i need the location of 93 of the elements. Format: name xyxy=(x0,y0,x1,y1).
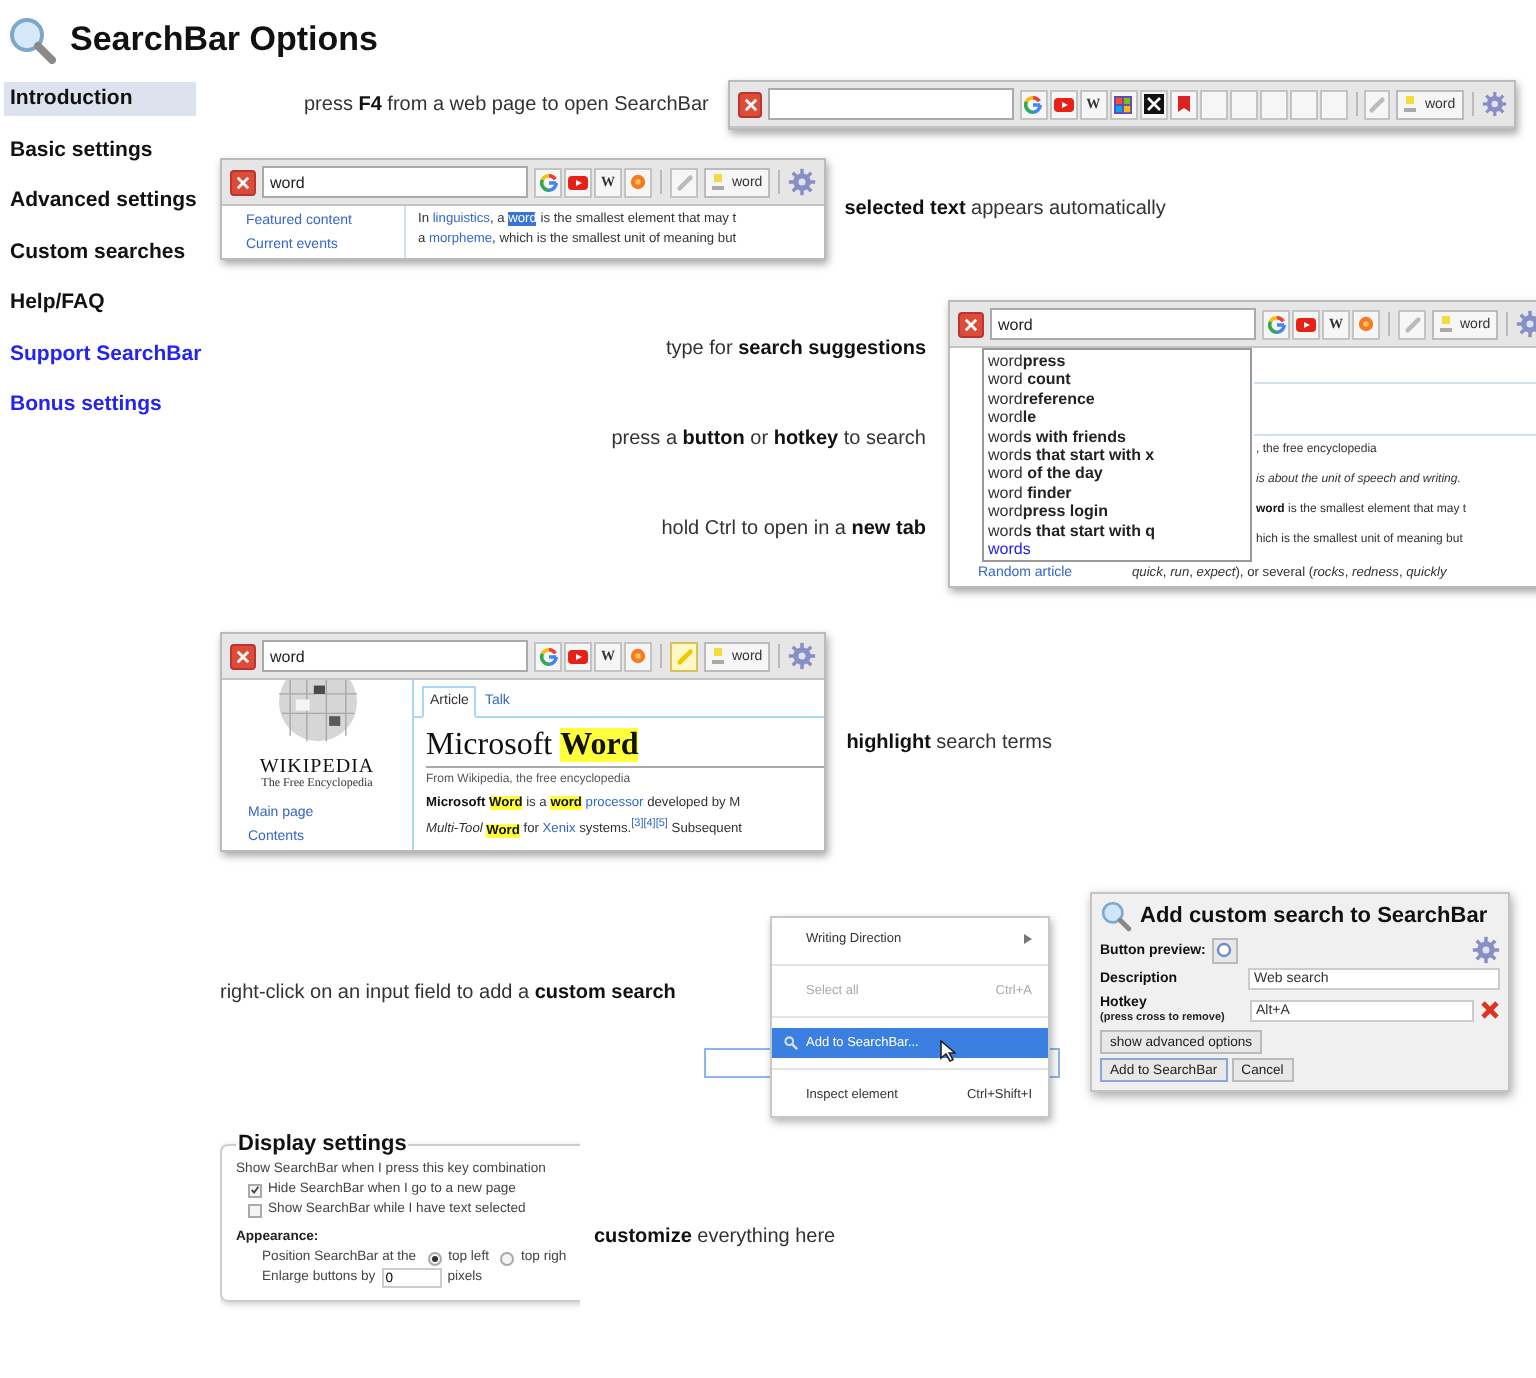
empty-slot-button[interactable] xyxy=(1289,89,1318,119)
checkbox[interactable] xyxy=(248,1203,262,1218)
caption-text: selected text appears automatically xyxy=(844,198,1166,220)
suggestion-item[interactable]: wordle xyxy=(988,408,1246,428)
suggestion-item[interactable]: wordreference xyxy=(988,389,1246,409)
pencil-icon xyxy=(1403,315,1421,333)
colored-ring-icon xyxy=(539,173,557,191)
suggestion-item[interactable]: words that start with x xyxy=(988,446,1246,465)
close-icon xyxy=(236,175,250,189)
preview-button[interactable] xyxy=(1211,937,1238,964)
nav-item[interactable]: Advanced settings xyxy=(4,184,197,218)
pencil-icon xyxy=(675,647,693,666)
search-icon xyxy=(1100,900,1132,933)
pencil-icon xyxy=(1368,95,1387,113)
search-icon xyxy=(784,1036,798,1051)
colored-ring-icon xyxy=(539,647,557,666)
close-icon xyxy=(743,97,758,111)
empty-slot-button[interactable] xyxy=(1229,89,1258,119)
search-field[interactable] xyxy=(768,88,1014,120)
nav-item[interactable]: Introduction xyxy=(4,82,196,116)
clear-icon[interactable] xyxy=(1480,1000,1500,1021)
settings-icon[interactable] xyxy=(788,168,817,196)
play-icon xyxy=(568,649,588,664)
settings-icon[interactable] xyxy=(1481,90,1507,118)
close-button[interactable] xyxy=(230,643,256,670)
submenu-arrow-icon xyxy=(1024,934,1032,945)
marker-icon xyxy=(712,174,728,190)
circle-icon xyxy=(1216,942,1233,959)
colored-ring-icon xyxy=(1024,95,1043,113)
empty-slot-button[interactable] xyxy=(1259,89,1288,119)
suggestion-item[interactable]: word of the day xyxy=(988,464,1246,484)
nav-item[interactable]: Custom searches xyxy=(4,235,196,269)
mouse-pointer-icon xyxy=(940,1040,956,1063)
play-icon xyxy=(1296,317,1316,331)
globe-drawing xyxy=(275,680,359,745)
search-engine-button[interactable] xyxy=(1139,89,1168,119)
suggestion-item[interactable]: words xyxy=(988,540,1246,559)
settings-icon[interactable] xyxy=(788,642,817,671)
marker-icon xyxy=(1440,316,1456,332)
grid-icon xyxy=(1114,95,1133,113)
cross-icon xyxy=(1143,94,1164,114)
empty-slot-button[interactable] xyxy=(1319,89,1348,119)
caption-text: hold Ctrl to open in a new tab xyxy=(661,518,926,540)
reference-link[interactable]: [3][4][5] xyxy=(631,818,668,831)
bookmark-icon xyxy=(1177,96,1190,112)
suggestion-item[interactable]: words with friends xyxy=(988,427,1246,447)
search-engine-button[interactable] xyxy=(1109,89,1138,119)
close-button[interactable] xyxy=(958,311,984,337)
caption-text: right-click on an input field to add a custom search xyxy=(220,981,678,1004)
dot-icon xyxy=(1358,316,1374,332)
suggestion-item[interactable]: word count xyxy=(988,370,1246,390)
marker-icon xyxy=(1404,96,1421,112)
page-title: SearchBar Options xyxy=(70,20,378,60)
search-field[interactable]: word xyxy=(990,308,1256,340)
search-field[interactable]: word xyxy=(262,640,528,673)
caption-text: highlight search terms xyxy=(846,731,1052,754)
play-icon xyxy=(1053,97,1074,111)
close-button[interactable] xyxy=(230,169,256,195)
highlight-toggle-button[interactable] xyxy=(1364,89,1391,119)
radio-button[interactable] xyxy=(428,1251,443,1266)
settings-icon[interactable] xyxy=(1516,310,1536,338)
suggestion-item[interactable]: words that start with q xyxy=(988,521,1246,541)
nav-item[interactable]: Help/FAQ xyxy=(4,286,196,320)
close-button[interactable] xyxy=(738,91,763,117)
logo-text: WIKIPEDIA xyxy=(259,756,375,779)
suggestion-item[interactable]: word finder xyxy=(988,483,1246,503)
search-field[interactable]: word xyxy=(262,166,528,198)
caption-text: customize everything here xyxy=(594,1225,836,1248)
search-icon xyxy=(8,16,56,64)
radio-button[interactable] xyxy=(500,1251,515,1266)
highlight-toggle-button[interactable] xyxy=(670,167,698,197)
close-icon xyxy=(964,317,978,331)
highlight-toggle-button[interactable] xyxy=(1398,309,1426,339)
close-icon xyxy=(236,649,250,664)
suggestion-item[interactable]: wordpress xyxy=(988,352,1246,371)
settings-icon[interactable] xyxy=(1472,936,1500,965)
suggestion-item[interactable]: wordpress login xyxy=(988,502,1246,522)
dialog-title: Add custom search to SearchBar xyxy=(1140,902,1488,933)
caption-text: press F4 from a web page to open SearchBar xyxy=(304,94,709,116)
colored-ring-icon xyxy=(1267,315,1285,333)
marker-icon xyxy=(712,648,728,665)
nav-link[interactable]: Support SearchBar xyxy=(4,337,202,371)
dot-icon xyxy=(630,174,646,190)
caption-text: press a button or hotkey to search xyxy=(611,428,926,450)
panel-title: Display settings xyxy=(236,1132,409,1157)
pencil-icon xyxy=(675,173,693,191)
caption-text: type for search suggestions xyxy=(665,338,926,360)
highlight-toggle-button[interactable] xyxy=(670,641,698,672)
nav-item[interactable]: Basic settings xyxy=(4,133,196,167)
play-icon xyxy=(568,175,588,189)
nav-link[interactable]: Bonus settings xyxy=(4,388,196,422)
checkbox[interactable] xyxy=(248,1183,262,1198)
dot-icon xyxy=(630,648,646,665)
